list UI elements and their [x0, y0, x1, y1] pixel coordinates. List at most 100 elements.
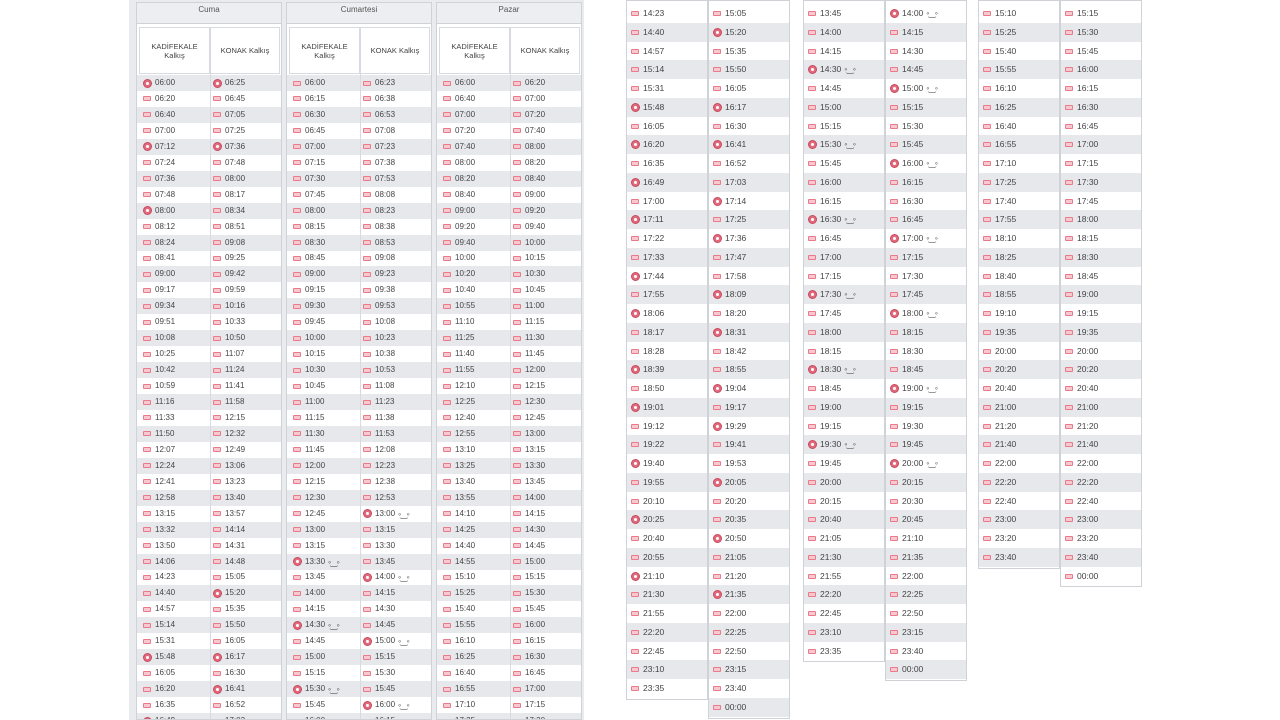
konak-time: 16:17: [213, 649, 245, 665]
timetable-row: 11:30 11:53: [287, 425, 431, 442]
kadifekale-time: 10:40: [443, 282, 475, 298]
timetable-row: 16:40 16:45: [437, 665, 581, 681]
kadifekale-time: 07:12: [143, 139, 175, 155]
time-text: 07:53: [375, 173, 396, 183]
ticket-icon: [143, 319, 151, 325]
ticket-icon: [513, 192, 521, 198]
timetable-row: 11:00 11:23: [287, 394, 431, 410]
time-text: 13:45: [305, 572, 326, 582]
time-text: 11:45: [305, 444, 325, 454]
time-text: 16:15: [525, 636, 546, 646]
kadifekale-time: 14:23: [143, 569, 175, 585]
time-text: 10:45: [305, 381, 326, 391]
timetable-row: 06:30 06:53: [287, 106, 431, 123]
time-text: 06:20: [525, 78, 546, 87]
time-text: 07:00: [525, 93, 546, 103]
timetable-row: 16:55 17:00: [437, 681, 581, 698]
kadifekale-time: 14:06: [143, 554, 175, 570]
timetable-row: 12:55 13:00: [437, 425, 581, 442]
ticket-icon: [363, 271, 371, 277]
kadifekale-time: 07:30: [293, 171, 325, 187]
konak-time: 14:30: [363, 601, 395, 617]
time-text: 10:40: [455, 285, 476, 295]
ticket-icon: [143, 606, 151, 612]
ticket-icon: [213, 383, 221, 389]
time-text: 08:00: [155, 205, 176, 215]
time-text: 12:08: [375, 444, 396, 454]
konak-time: 14:00: [513, 490, 545, 506]
ticket-icon: [293, 479, 301, 485]
konak-time: 13:30: [363, 538, 395, 554]
ticket-icon: [363, 527, 371, 533]
ticket-icon: [293, 144, 301, 150]
ticket-icon: [213, 335, 221, 341]
time-text: 10:23: [375, 333, 396, 343]
time-text: 06:40: [155, 109, 176, 119]
ticket-icon: [443, 144, 451, 150]
ticket-icon: [143, 224, 151, 230]
kadifekale-time: 11:33: [143, 410, 174, 426]
ticket-icon: [143, 335, 151, 341]
time-text: 06:15: [305, 93, 326, 103]
ticket-icon: [363, 383, 371, 389]
ticket-icon: [443, 479, 451, 485]
konak-time: 10:23: [363, 330, 395, 346]
time-text: 12:15: [525, 381, 546, 391]
timetable-row: 13:15 13:30: [287, 538, 431, 554]
time-text: 11:00: [305, 397, 325, 406]
timetable-row: 07:15 07:38: [287, 155, 431, 171]
ticket-icon: [143, 511, 151, 517]
timetable-row: 09:40 10:00: [437, 234, 581, 251]
right-column-1: 15:05 15:20 15:35 15:50 16:05 16:17 16:30 16:41…: [708, 0, 790, 720]
ticket-icon: [513, 176, 521, 182]
time-text: 07:24: [155, 157, 176, 167]
konak-time: 12:32: [213, 426, 245, 442]
kadifekale-time: 08:30: [293, 235, 325, 251]
kadifekale-time: 10:08: [143, 330, 175, 346]
konak-time: 10:38: [363, 346, 395, 362]
kadifekale-time: 11:15: [293, 410, 324, 426]
timetable-row: 08:30 08:53: [287, 234, 431, 251]
time-text: 16:45: [525, 668, 546, 678]
time-text: 11:16: [155, 397, 175, 406]
konak-time: 11:08: [363, 378, 394, 394]
time-text: 13:06: [225, 460, 246, 470]
ticket-icon: [293, 240, 301, 245]
time-text: 15:45: [305, 700, 326, 710]
konak-time: 12:45: [513, 410, 545, 426]
ticket-icon: [363, 686, 371, 692]
kadifekale-time: 12:45: [293, 506, 325, 522]
time-text: 11:40: [455, 349, 475, 359]
time-text: 11:53: [375, 428, 395, 438]
konak-time: 09:25: [213, 250, 245, 266]
time-text: 08:12: [155, 221, 176, 231]
column-border: [626, 0, 708, 700]
kadifekale-time: 16:40: [443, 665, 475, 681]
kadifekale-time: 11:10: [443, 314, 474, 330]
kadifekale-time: 11:45: [293, 442, 324, 458]
ticket-icon: [213, 495, 221, 501]
ticket-icon: [213, 511, 221, 517]
timetable-row: 08:00 08:23: [287, 202, 431, 219]
ticket-icon: [213, 527, 221, 533]
ticket-icon: [293, 702, 301, 708]
ticket-icon: [293, 574, 301, 580]
time-text: 15:15: [305, 668, 326, 678]
timetable-row: 16:05 16:30: [137, 665, 281, 681]
time-text: 08:45: [305, 253, 326, 263]
bicycle-icon: [398, 633, 409, 649]
timetable-row: 15:30 15:45: [287, 681, 431, 698]
time-text: 11:38: [375, 412, 395, 422]
ticket-icon: [143, 287, 151, 293]
ticket-icon: [293, 606, 301, 612]
ticket-icon: [363, 559, 371, 564]
kadifekale-time: 15:30: [293, 681, 339, 697]
konak-time: 15:15: [363, 649, 395, 665]
kadifekale-time: 11:00: [293, 394, 324, 410]
konak-time: 09:23: [363, 266, 395, 282]
time-text: 17:25: [455, 713, 475, 719]
kadifekale-time: 12:24: [143, 458, 175, 474]
ticket-icon: [513, 351, 521, 357]
konak-time: 14:00: [363, 569, 409, 585]
timetable-row: 13:25 13:30: [437, 457, 581, 474]
